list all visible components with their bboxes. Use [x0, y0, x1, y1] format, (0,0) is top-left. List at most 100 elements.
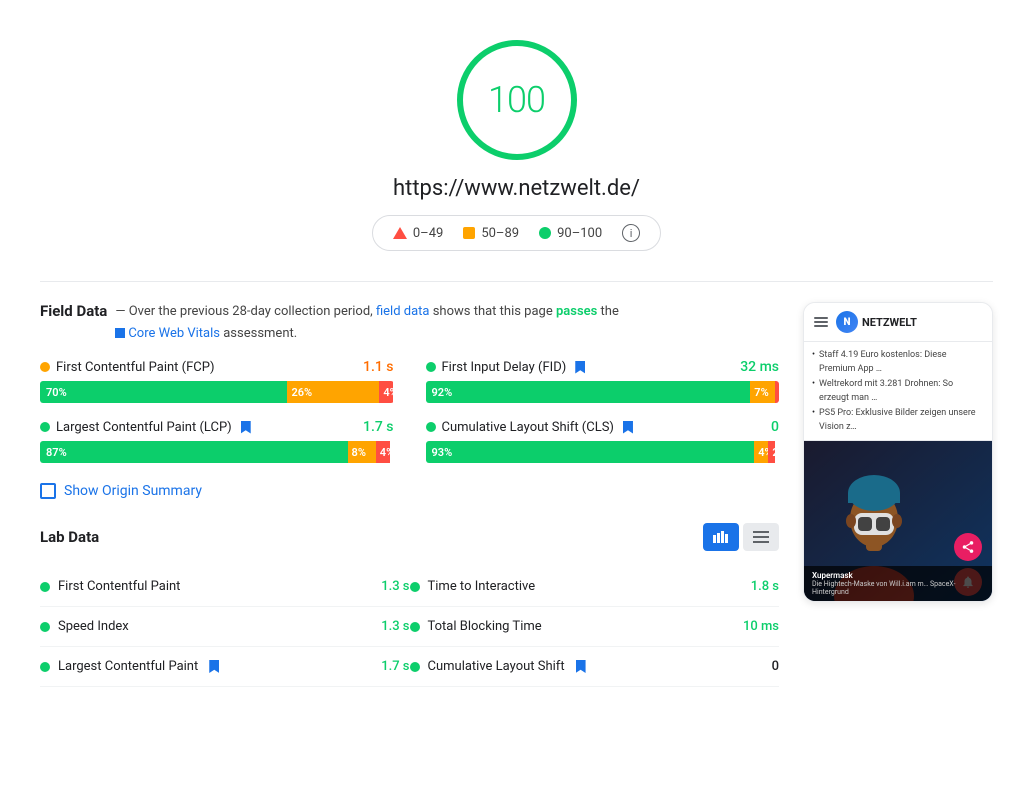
show-origin-toggle[interactable]: Show Origin Summary [40, 483, 779, 499]
score-legend: 0–49 50–89 90–100 i [372, 215, 661, 251]
right-panel: N NETZWELT • Staff 4.19 Euro kostenlos: … [803, 302, 993, 687]
fcp-bar-green: 70% [40, 381, 287, 403]
fid-label: First Input Delay (FID) [442, 360, 567, 375]
lab-lcp-bookmark [209, 660, 219, 673]
lab-fcp-label: First Contentful Paint [58, 579, 180, 594]
lab-si-value: 1.3 s [381, 619, 409, 634]
cls-label: Cumulative Layout Shift (CLS) [442, 420, 614, 435]
metric-fcp-header: First Contentful Paint (FCP) 1.1 s [40, 359, 394, 375]
lcp-label: Largest Contentful Paint (LCP) [56, 420, 232, 435]
main-content: Field Data — Over the previous 28-day co… [40, 302, 993, 687]
fcp-bar-red: 4% [379, 381, 393, 403]
legend-info-button[interactable]: i [622, 224, 640, 242]
metric-fid-name: First Input Delay (FID) [426, 360, 586, 375]
metric-cls: Cumulative Layout Shift (CLS) 0 93% 4% 2… [426, 419, 780, 463]
cls-bar-red: 2% [768, 441, 775, 463]
field-data-cwv-text: Core Web Vitals assessment. [115, 324, 619, 344]
field-data-desc-text: — Over the previous 28-day collection pe… [115, 302, 619, 322]
show-origin-checkbox[interactable] [40, 483, 56, 499]
lab-tbt-value: 10 ms [743, 619, 779, 634]
lab-data-title: Lab Data [40, 528, 99, 546]
lab-metric-lcp: Largest Contentful Paint 1.7 s [40, 647, 410, 687]
hamburger-line-2 [814, 321, 828, 323]
news-item-1-text: Staff 4.19 Euro kostenlos: Diese Premium… [819, 348, 984, 377]
lab-fcp-name: First Contentful Paint [40, 579, 180, 594]
fail-icon [393, 227, 407, 239]
toggle-bar-chart-button[interactable] [703, 523, 739, 551]
caption-title: Xupermask [812, 571, 984, 580]
fid-progress-bar: 92% 7% 1% [426, 381, 780, 403]
site-name: NETZWELT [862, 316, 917, 329]
lcp-bookmark-icon [241, 421, 251, 434]
lab-si-name: Speed Index [40, 619, 129, 634]
lcp-dot [40, 422, 50, 432]
cls-value: 0 [771, 419, 779, 435]
metric-lcp-name: Largest Contentful Paint (LCP) [40, 420, 251, 435]
device-frame: N NETZWELT • Staff 4.19 Euro kostenlos: … [803, 302, 993, 602]
lab-metric-si: Speed Index 1.3 s [40, 607, 410, 647]
share-icon [961, 540, 975, 554]
lab-fcp-dot [40, 582, 50, 592]
fcp-progress-bar: 70% 26% 4% [40, 381, 394, 403]
fid-dot [426, 362, 436, 372]
hamburger-line-1 [814, 317, 828, 319]
lab-lcp-dot [40, 662, 50, 672]
field-data-header: Field Data — Over the previous 28-day co… [40, 302, 779, 343]
field-data-description: — Over the previous 28-day collection pe… [115, 302, 619, 343]
lab-metrics-grid: First Contentful Paint 1.3 s Speed Index… [40, 567, 779, 687]
lcp-bar-red: 4% [376, 441, 390, 463]
lab-cls-label: Cumulative Layout Shift [428, 659, 565, 674]
lab-data-header: Lab Data [40, 523, 779, 551]
lab-si-label: Speed Index [58, 619, 129, 634]
legend-item-fail: 0–49 [393, 226, 443, 241]
lab-metrics-right: Time to Interactive 1.8 s Total Blocking… [410, 567, 780, 687]
lab-metric-tbt: Total Blocking Time 10 ms [410, 607, 780, 647]
lab-metric-tti: Time to Interactive 1.8 s [410, 567, 780, 607]
lab-cls-dot [410, 662, 420, 672]
legend-item-pass: 90–100 [539, 226, 602, 241]
lab-cls-name: Cumulative Layout Shift [410, 659, 586, 674]
show-origin-label: Show Origin Summary [64, 483, 202, 499]
metric-fcp: First Contentful Paint (FCP) 1.1 s 70% 2… [40, 359, 394, 403]
lab-tbt-label: Total Blocking Time [428, 619, 542, 634]
score-section: 100 https://www.netzwelt.de/ 0–49 50–89 … [40, 20, 993, 281]
toggle-list-button[interactable] [743, 523, 779, 551]
lab-si-dot [40, 622, 50, 632]
cls-dot [426, 422, 436, 432]
metric-lcp-header: Largest Contentful Paint (LCP) 1.7 s [40, 419, 394, 435]
cls-progress-bar: 93% 4% 2% [426, 441, 780, 463]
metric-lcp: Largest Contentful Paint (LCP) 1.7 s 87%… [40, 419, 394, 463]
news-item-3: • PS5 Pro: Exklusive Bilder zeigen unser… [812, 406, 984, 435]
score-url: https://www.netzwelt.de/ [393, 176, 640, 201]
lab-metrics-left: First Contentful Paint 1.3 s Speed Index… [40, 567, 410, 687]
device-header: N NETZWELT [804, 303, 992, 342]
hamburger-line-3 [814, 325, 828, 327]
fcp-value: 1.1 s [363, 359, 394, 375]
n-logo-icon: N [836, 311, 858, 333]
left-panel: Field Data — Over the previous 28-day co… [40, 302, 779, 687]
cls-bar-green: 93% [426, 441, 755, 463]
lab-fcp-value: 1.3 s [381, 579, 409, 594]
fid-bookmark-icon [575, 361, 585, 374]
news-item-2-text: Weltrekord mit 3.281 Drohnen: So erzeugt… [819, 377, 984, 406]
metrics-grid: First Contentful Paint (FCP) 1.1 s 70% 2… [40, 359, 779, 463]
field-data-link[interactable]: field data [376, 304, 430, 319]
metric-fid: First Input Delay (FID) 32 ms 92% 7% 1% [426, 359, 780, 403]
lab-tti-value: 1.8 s [751, 579, 779, 594]
device-news-list: • Staff 4.19 Euro kostenlos: Diese Premi… [804, 342, 992, 441]
cwv-icon [115, 328, 125, 338]
lab-tbt-name: Total Blocking Time [410, 619, 542, 634]
view-toggle [703, 523, 779, 551]
fid-value: 32 ms [740, 359, 779, 375]
score-circle: 100 [457, 40, 577, 160]
fid-bar-orange: 7% [750, 381, 775, 403]
score-value: 100 [488, 79, 545, 121]
cwv-link[interactable]: Core Web Vitals [128, 326, 220, 341]
fcp-bar-orange: 26% [287, 381, 379, 403]
metric-fid-header: First Input Delay (FID) 32 ms [426, 359, 780, 375]
lcp-bar-orange: 8% [348, 441, 376, 463]
divider [40, 281, 993, 282]
hamburger-menu-icon[interactable] [814, 317, 828, 327]
lab-tbt-dot [410, 622, 420, 632]
caption-subtitle: Die Hightech-Maske von Will.i.am m… Spac… [812, 580, 984, 596]
